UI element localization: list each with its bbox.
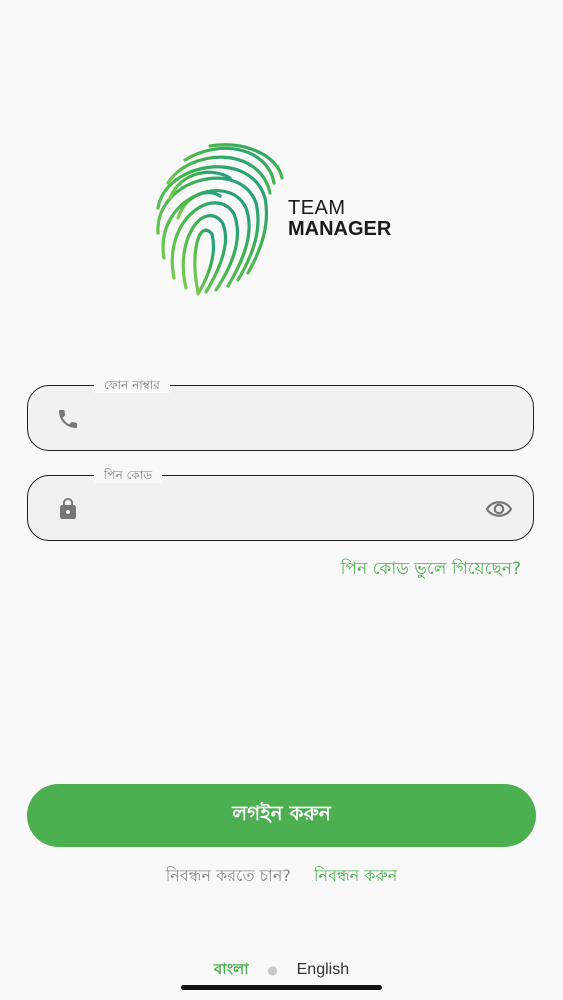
pin-field-label: পিন কোড	[94, 467, 163, 483]
home-indicator	[181, 985, 382, 990]
logo-line-1: TEAM	[288, 197, 346, 219]
register-question: নিবন্ধন করতে চান?	[165, 866, 291, 885]
pin-field[interactable]: পিন কোড	[27, 467, 534, 541]
phone-icon	[59, 410, 77, 428]
lock-icon	[60, 498, 76, 519]
phone-field-label: ফোন নাম্বার	[94, 377, 170, 393]
logo-text: TEAM MANAGER	[288, 198, 391, 239]
eye-icon[interactable]	[485, 496, 513, 522]
phone-field[interactable]: ফোন নাম্বার	[27, 377, 534, 451]
status-bar	[0, 0, 563, 44]
logo-line-2: MANAGER	[288, 218, 392, 240]
language-bangla[interactable]: বাংলা	[214, 960, 249, 978]
app-logo: TEAM MANAGER	[150, 138, 420, 298]
language-separator: ●	[267, 963, 278, 977]
register-link[interactable]: নিবন্ধন করুন	[314, 866, 397, 885]
pin-input[interactable]	[104, 490, 468, 528]
phone-input[interactable]	[104, 400, 468, 438]
language-english[interactable]: English	[297, 961, 349, 978]
language-switcher: বাংলা ● English	[0, 958, 563, 983]
fingerprint-icon	[156, 143, 284, 296]
login-button[interactable]: লগইন করুন	[27, 784, 536, 847]
forgot-pin-link[interactable]: পিন কোড ভুলে গিয়েছেন?	[341, 556, 521, 584]
register-row: নিবন্ধন করতে চান? নিবন্ধন করুন	[0, 863, 563, 890]
